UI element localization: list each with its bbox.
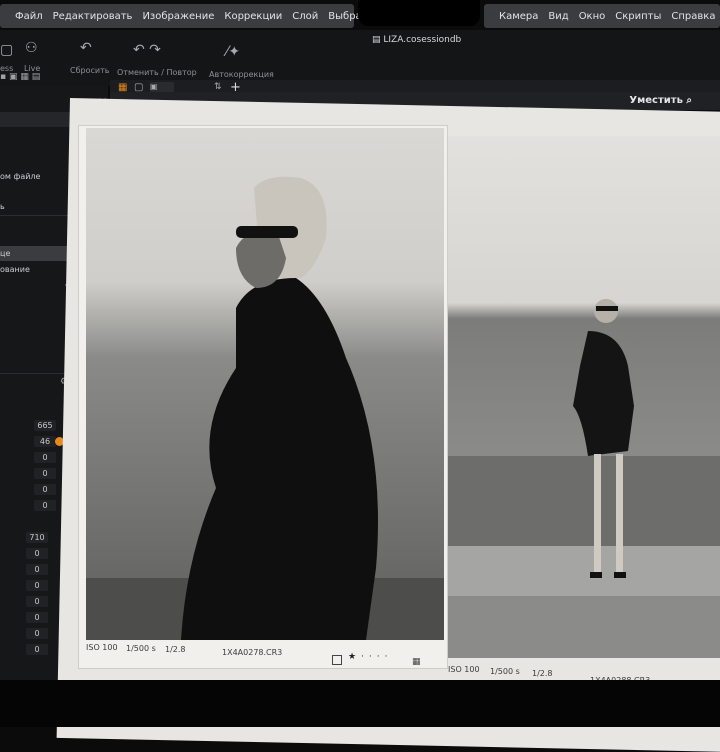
value-field[interactable]: 710 bbox=[26, 532, 48, 543]
sort-icon[interactable]: ⇅ bbox=[214, 82, 222, 92]
value-field[interactable]: 0 bbox=[26, 548, 48, 559]
value-field[interactable]: 0 bbox=[26, 596, 48, 607]
menu-edit[interactable]: Редактировать bbox=[48, 11, 138, 22]
photo-2-svg bbox=[448, 136, 720, 658]
value-field[interactable]: 46 bbox=[34, 436, 56, 447]
document-title-text: LIZA.cosessiondb bbox=[383, 35, 462, 45]
photo-2-shutter: 1/500 s bbox=[490, 667, 520, 676]
zoom-icon[interactable]: ⌕ bbox=[686, 95, 692, 106]
compare-view-icon[interactable]: ▣ bbox=[150, 82, 174, 92]
photo-1-aperture: 1/2.8 bbox=[165, 645, 186, 654]
value-field[interactable]: 0 bbox=[26, 580, 48, 591]
camera-icon[interactable]: ⚇ bbox=[25, 40, 38, 56]
value-field[interactable]: 0 bbox=[34, 452, 56, 463]
photo-1-iso: ISO 100 bbox=[86, 643, 118, 652]
value-field[interactable]: 665 bbox=[34, 420, 56, 431]
sidebar-item-selected-label: це bbox=[0, 249, 11, 258]
fit-zoom-button[interactable]: Уместить ⌕ bbox=[629, 95, 692, 106]
magic-wand-icon[interactable]: ⁄✦ bbox=[226, 44, 240, 60]
menu-adjustments[interactable]: Коррекции bbox=[219, 11, 287, 22]
photo-1-shutter: 1/500 s bbox=[126, 644, 156, 653]
photo-1-filename: 1X4A0278.CR3 bbox=[222, 648, 283, 657]
sidebar-label-file: ом файле bbox=[0, 172, 41, 181]
sidebar-label-version: ование bbox=[0, 265, 30, 274]
value-field[interactable]: 0 bbox=[34, 484, 56, 495]
toolbar-reset-label: Сбросить bbox=[70, 66, 110, 75]
value-field[interactable]: 0 bbox=[34, 468, 56, 479]
value-field[interactable]: 0 bbox=[26, 644, 48, 655]
fit-zoom-label: Уместить bbox=[629, 95, 683, 106]
menu-image[interactable]: Изображение bbox=[137, 11, 219, 22]
photo-1-rating-stars[interactable]: ★···· bbox=[348, 652, 393, 662]
menu-file[interactable]: Файл bbox=[10, 11, 48, 22]
display-notch bbox=[358, 0, 480, 26]
photo-2-image[interactable] bbox=[448, 136, 720, 658]
menu-view[interactable]: Вид bbox=[543, 11, 573, 22]
value-field[interactable]: 0 bbox=[26, 564, 48, 575]
reset-icon[interactable]: ↶ bbox=[80, 40, 92, 56]
photo-2-iso: ISO 100 bbox=[448, 665, 480, 674]
menu-layer[interactable]: Слой bbox=[287, 11, 323, 22]
photo-1-info-icon[interactable]: ▦ bbox=[412, 657, 421, 667]
menu-help[interactable]: Справка bbox=[666, 11, 720, 22]
value-field[interactable]: 0 bbox=[26, 628, 48, 639]
sidebar-top-icons[interactable]: ▪ ▣ ▦ ▤ bbox=[0, 72, 60, 86]
undo-redo-icon[interactable]: ↶ ↷ bbox=[133, 42, 161, 58]
photo-1-svg bbox=[86, 128, 444, 640]
toolbar-autocorrect-label: Автокоррекция bbox=[209, 70, 274, 79]
sidebar-label-short: ь bbox=[0, 202, 5, 211]
capture-icon[interactable]: ▢ bbox=[0, 42, 13, 58]
menu-window[interactable]: Окно bbox=[574, 11, 611, 22]
photo-1-select-checkbox[interactable] bbox=[332, 655, 342, 665]
photo-2-aperture: 1/2.8 bbox=[532, 669, 553, 678]
menu-bar-left: Файл Редактировать Изображение Коррекции… bbox=[0, 4, 373, 28]
main-toolbar bbox=[0, 30, 720, 86]
photo-1-image[interactable] bbox=[86, 128, 444, 640]
document-icon: ▤ bbox=[372, 35, 384, 45]
document-title: ▤ LIZA.cosessiondb bbox=[372, 35, 461, 45]
display-bezel bbox=[0, 680, 720, 727]
value-field[interactable]: 0 bbox=[26, 612, 48, 623]
value-field[interactable]: 0 bbox=[34, 500, 56, 511]
menu-camera[interactable]: Камера bbox=[494, 11, 543, 22]
menu-scripts[interactable]: Скрипты bbox=[610, 11, 666, 22]
toolbar-undo-label: Отменить / Повтор bbox=[117, 68, 197, 77]
menu-bar-right: Камера Вид Окно Скрипты Справка bbox=[484, 4, 720, 28]
